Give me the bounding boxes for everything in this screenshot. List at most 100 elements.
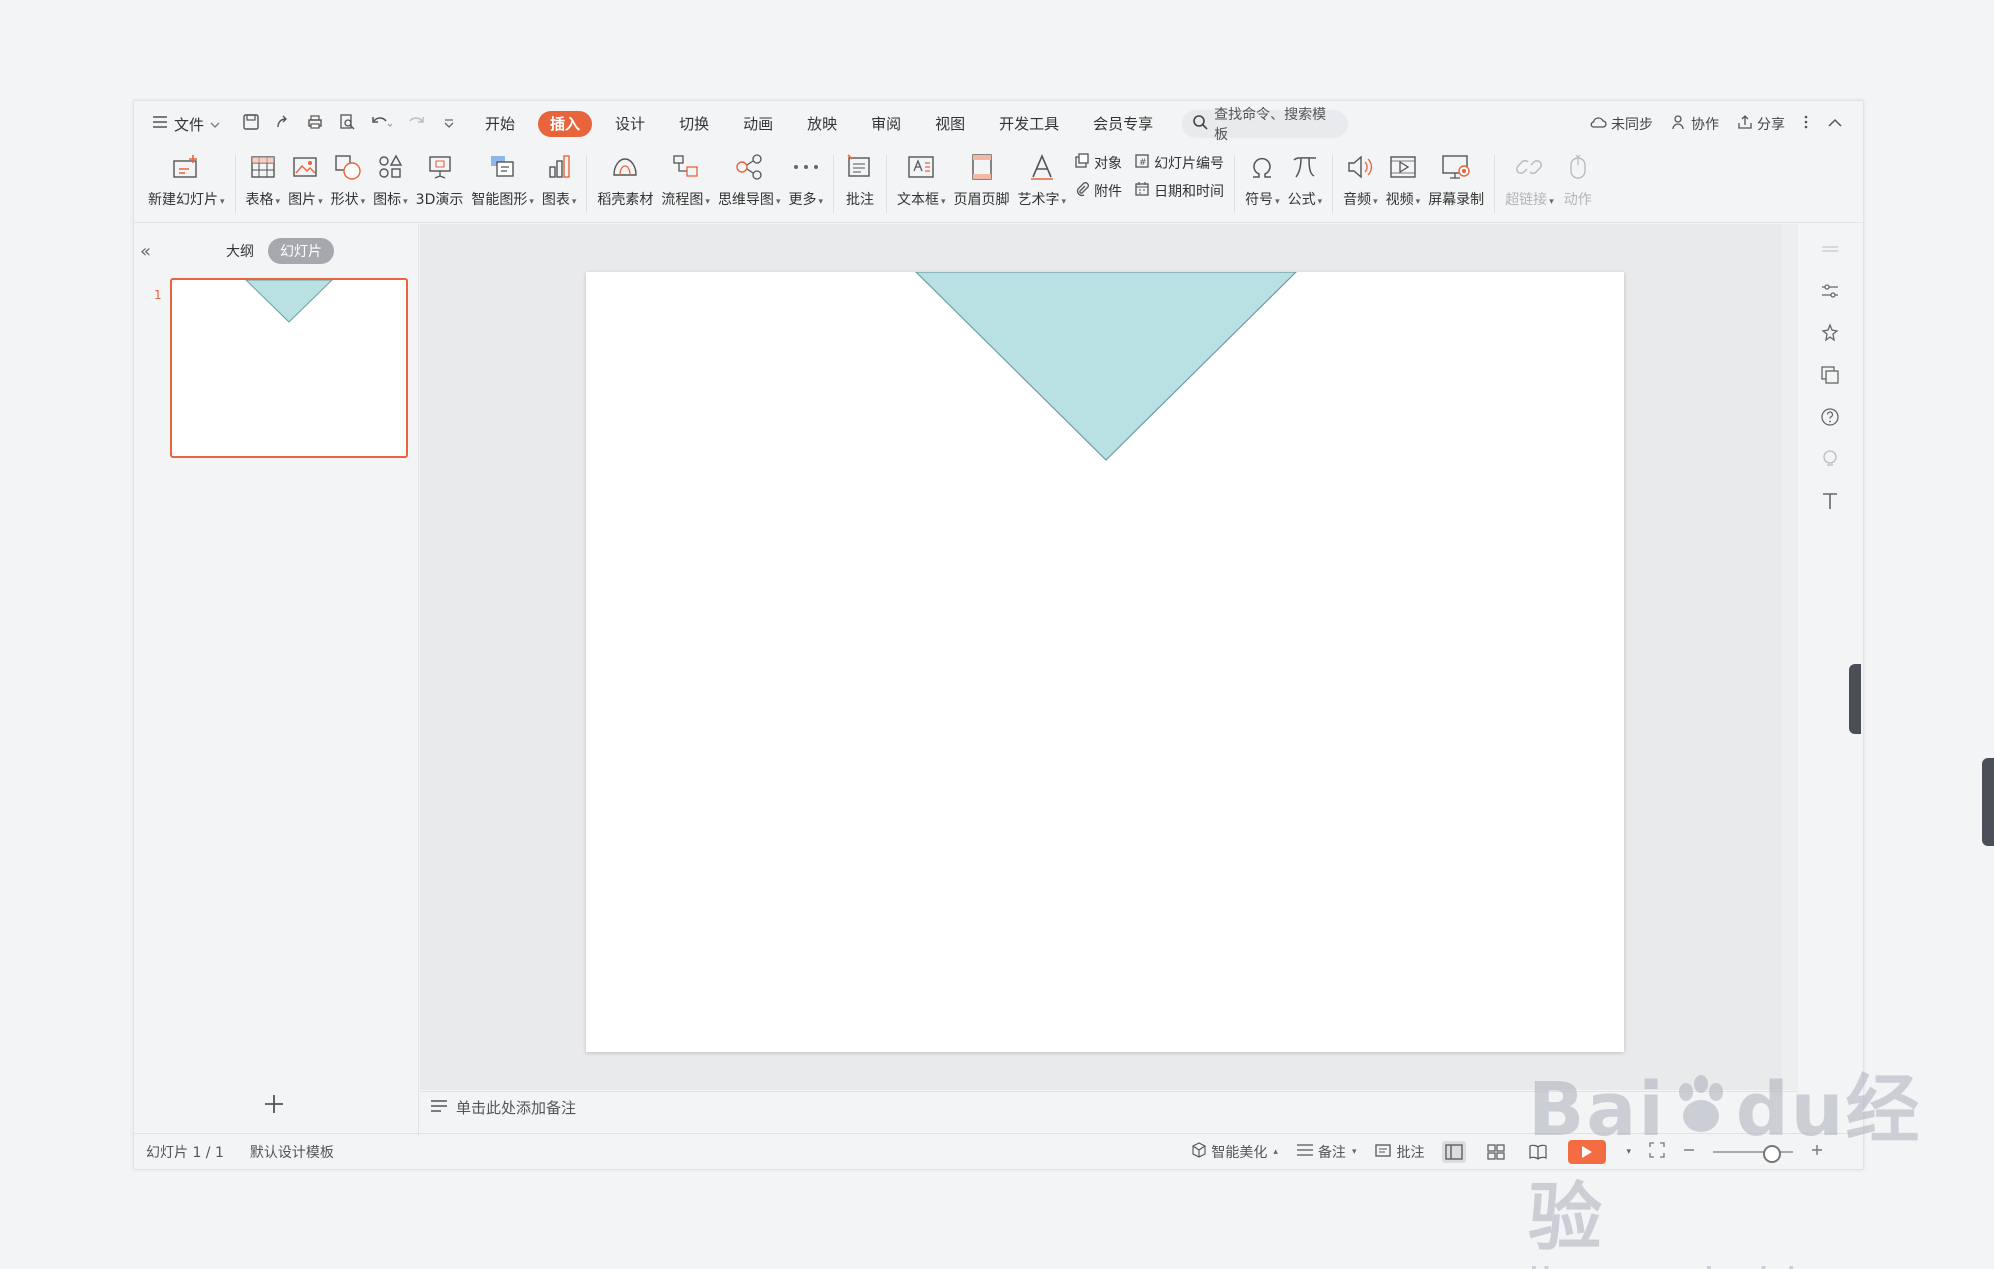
triangle-shape[interactable] [586,272,1624,1052]
omega-icon [1246,151,1278,183]
3d-demo-button[interactable]: 3D演示 [416,147,463,219]
help-icon[interactable] [1819,406,1841,428]
bar-chart-icon [543,151,575,183]
slide-editor[interactable] [586,272,1624,1052]
calendar-icon [1134,181,1150,201]
collab-button[interactable]: 协作 [1671,114,1719,134]
wordart-button[interactable]: 艺术字 ▾ [1018,147,1066,219]
sorter-view-button[interactable] [1484,1141,1508,1163]
plus-icon [265,1095,283,1113]
header-footer-button[interactable]: 页眉页脚 [954,147,1010,219]
normal-view-button[interactable] [1442,1141,1467,1163]
tab-design[interactable]: 设计 [598,111,662,137]
share-button[interactable]: 分享 [1737,114,1785,134]
command-search-input[interactable]: 查找命令、搜索模板 [1182,107,1349,143]
chevron-down-icon [210,115,220,133]
customize-toolbar-icon[interactable] [442,115,456,134]
search-icon [1192,114,1208,134]
tab-outline[interactable]: 大纲 [226,241,254,261]
caret-icon: ▾ [360,197,366,207]
notes-toggle-button[interactable]: 备注 ▾ [1296,1142,1356,1162]
mindmap-button[interactable]: 思维导图 ▾ [718,147,780,219]
tab-review[interactable]: 审阅 [854,111,918,137]
magic-star-icon[interactable] [1819,322,1841,344]
print-icon[interactable] [306,113,324,135]
properties-sliders-icon[interactable] [1819,280,1841,302]
undo-icon[interactable] [370,113,393,135]
shape-button[interactable]: 形状 ▾ [331,147,366,219]
textbox-button[interactable]: 文本框 ▾ [897,147,946,219]
sync-button[interactable]: 未同步 [1589,114,1653,134]
docer-assets-button[interactable]: 稻壳素材 [597,147,653,219]
tab-animation[interactable]: 动画 [726,111,790,137]
speaker-icon [1344,151,1376,183]
tab-insert[interactable]: 插入 [538,111,593,137]
tab-home[interactable]: 开始 [468,111,532,137]
comments-toggle-label: 批注 [1396,1145,1425,1161]
tab-slides[interactable]: 幻灯片 [268,238,334,264]
caret-icon: ▾ [1275,197,1280,207]
more-vertical-icon[interactable] [1803,114,1809,134]
video-button[interactable]: 视频 ▾ [1386,147,1420,219]
template-name[interactable]: 默认设计模板 [250,1142,334,1162]
layers-copy-icon[interactable] [1819,364,1841,386]
more-button[interactable]: 更多 ▾ [788,147,823,219]
tab-slideshow[interactable]: 放映 [790,111,854,137]
tab-member[interactable]: 会员专享 [1076,111,1170,137]
symbol-button[interactable]: 符号 ▾ [1245,147,1280,219]
attachment-button[interactable]: 附件 [1074,181,1122,201]
picture-button[interactable]: 图片 ▾ [288,147,323,219]
action-button[interactable]: 动作 [1562,147,1594,219]
smart-beautify-button[interactable]: 智能美化 ▴ [1191,1142,1278,1162]
icon-library-button[interactable]: 图标 ▾ [373,147,408,219]
export-icon[interactable] [274,113,292,135]
floating-widget-handle[interactable] [1849,664,1861,734]
sidebar-grip-icon [1819,238,1841,260]
new-slide-button[interactable]: 新建幻灯片 ▾ [148,147,225,219]
attachment-label: 附件 [1094,184,1123,200]
comment-button[interactable]: 批注 [844,147,876,219]
object-label: 对象 [1094,156,1123,172]
object-icon [1074,153,1090,173]
svg-text:#: # [1139,158,1147,168]
slide-number-label: 幻灯片编号 [1154,156,1225,172]
formula-button[interactable]: 公式 ▾ [1288,147,1322,219]
comment-label: 批注 [846,192,874,208]
object-button[interactable]: 对象 [1074,153,1122,173]
add-slide-button[interactable] [262,1092,286,1116]
redo-icon[interactable] [406,113,428,135]
tab-developer[interactable]: 开发工具 [982,111,1076,137]
caret-icon: ▾ [1549,197,1554,207]
table-button[interactable]: 表格 ▾ [246,147,280,219]
chart-button[interactable]: 图表 ▾ [541,147,576,219]
picture-icon [289,151,321,183]
lightbulb-icon[interactable] [1819,448,1841,470]
textbox-label: 文本框 [897,192,939,208]
vertical-scrollbar[interactable] [1782,224,1798,1090]
smart-graphic-button[interactable]: 智能图形 ▾ [471,147,534,219]
slide-thumbnail[interactable] [170,278,408,458]
insert-object-group: 对象 # 幻灯片编号 附件 日期和时间 [1074,147,1224,201]
chart-label: 图表 [541,192,570,208]
comments-toggle-button[interactable]: 批注 [1374,1142,1424,1162]
slide-number-button[interactable]: # 幻灯片编号 [1134,153,1224,173]
ribbon-divider [1332,155,1334,213]
screen-record-button[interactable]: 屏幕录制 [1428,147,1484,219]
icon-library-label: 图标 [373,192,402,208]
file-menu-button[interactable]: 文件 [152,114,220,135]
screen-record-label: 屏幕录制 [1428,192,1485,208]
collapse-panel-icon[interactable]: « [140,241,151,262]
tab-view[interactable]: 视图 [918,111,982,137]
hyperlink-button[interactable]: 超链接 ▾ [1505,147,1554,219]
print-preview-icon[interactable] [338,113,356,135]
save-icon[interactable] [242,113,260,135]
text-style-icon[interactable] [1819,490,1841,512]
datetime-button[interactable]: 日期和时间 [1134,181,1224,201]
caret-icon: ▾ [220,197,225,207]
tab-transition[interactable]: 切换 [662,111,726,137]
audio-button[interactable]: 音频 ▾ [1343,147,1378,219]
edge-widget-handle[interactable] [1982,758,1994,846]
collapse-ribbon-icon[interactable] [1827,116,1843,132]
watermark-brand: Bai du经验 [1528,1050,1994,1265]
flowchart-button[interactable]: 流程图 ▾ [661,147,710,219]
